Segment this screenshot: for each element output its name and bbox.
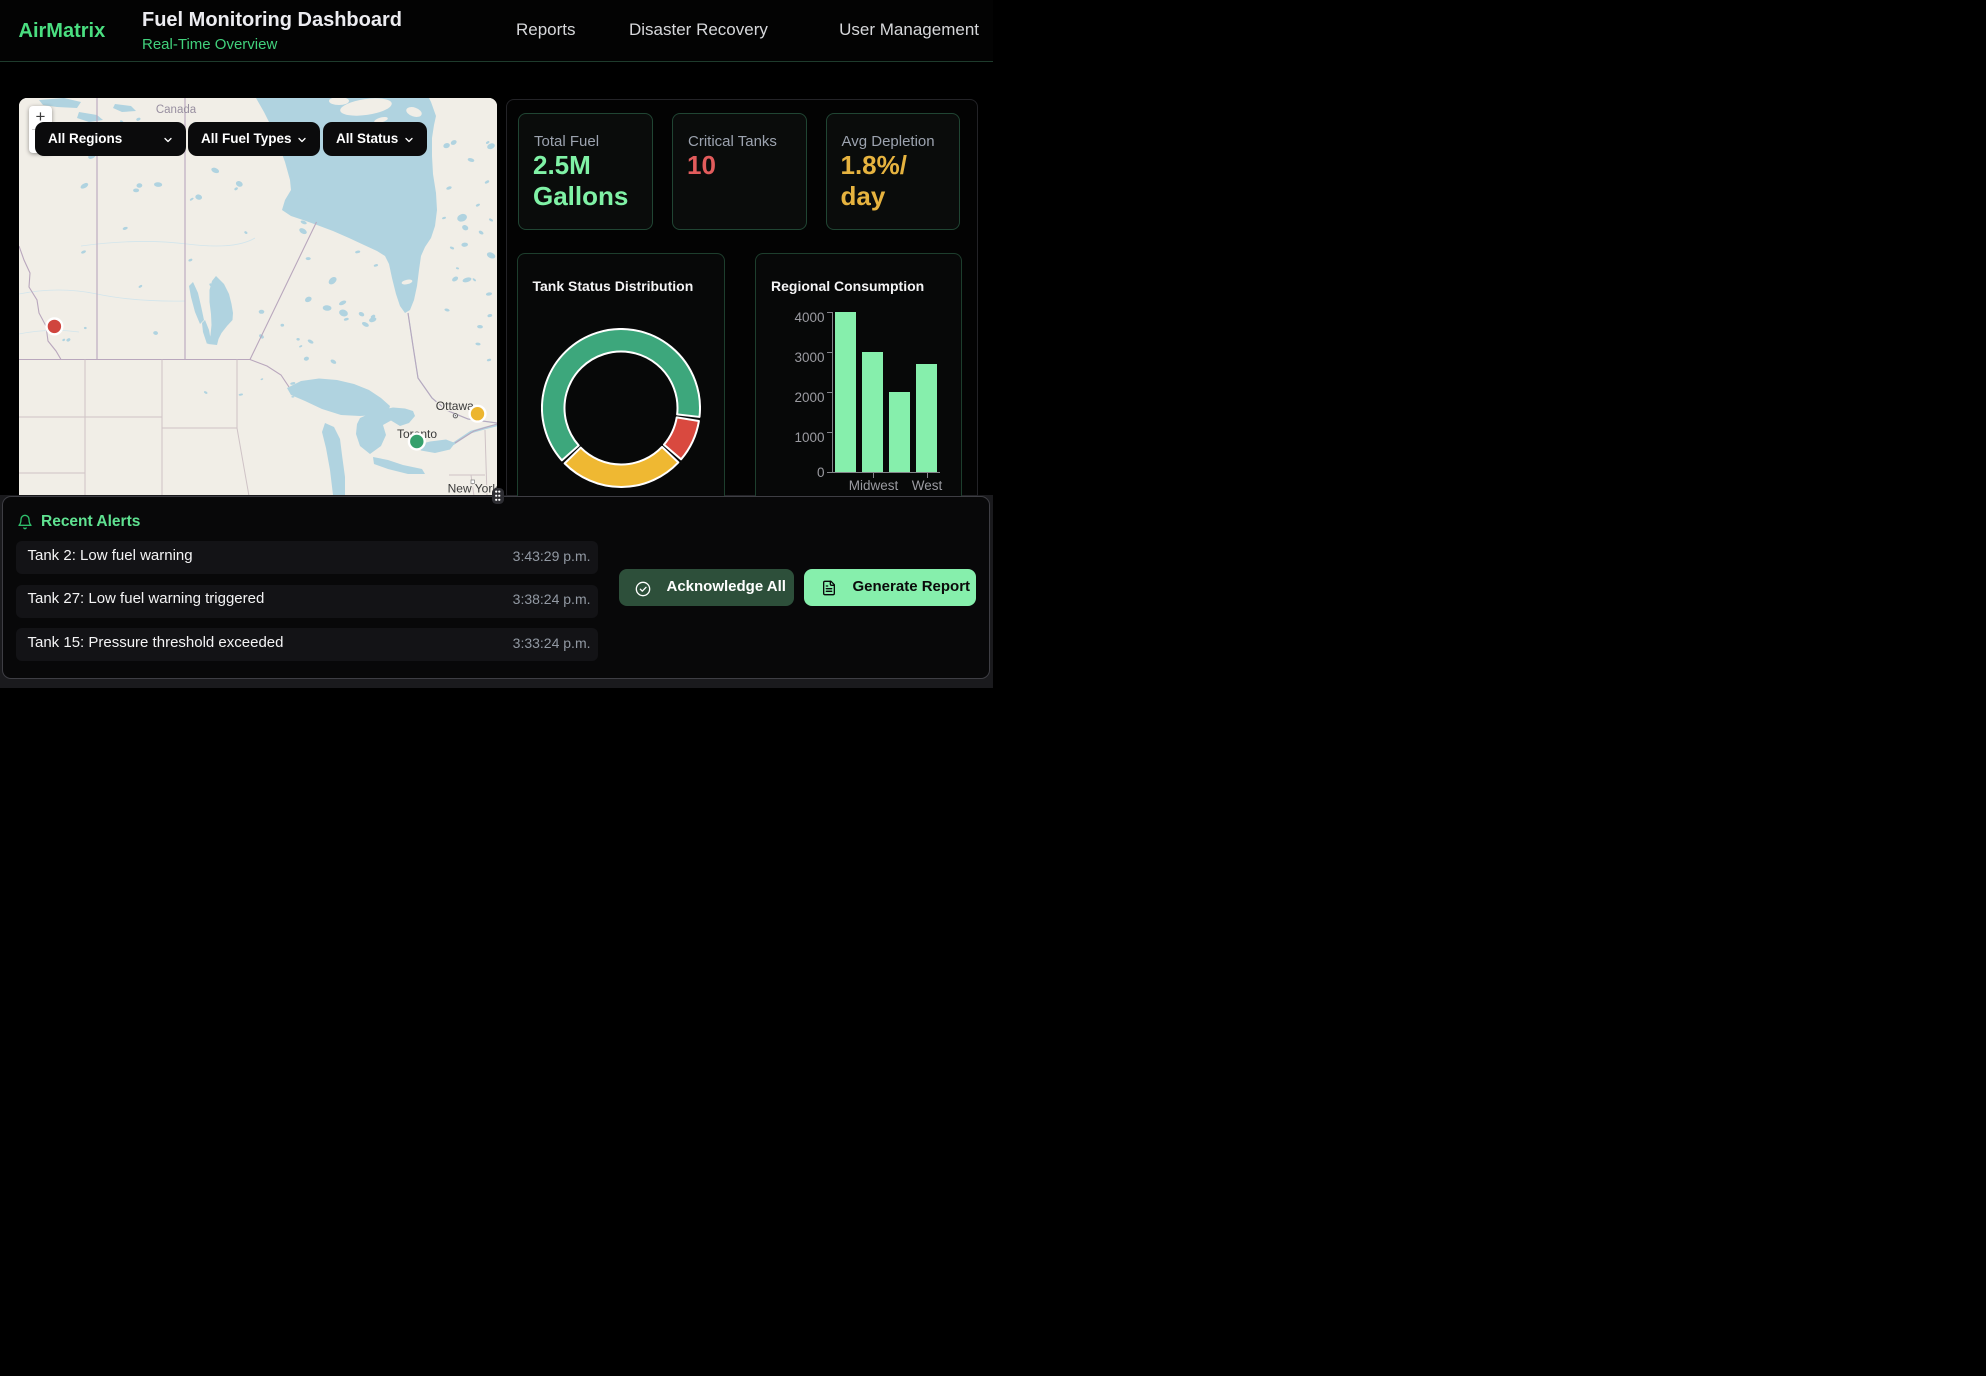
svg-text:Canada: Canada <box>155 104 196 116</box>
svg-text:Ottawa: Ottawa <box>435 399 473 413</box>
